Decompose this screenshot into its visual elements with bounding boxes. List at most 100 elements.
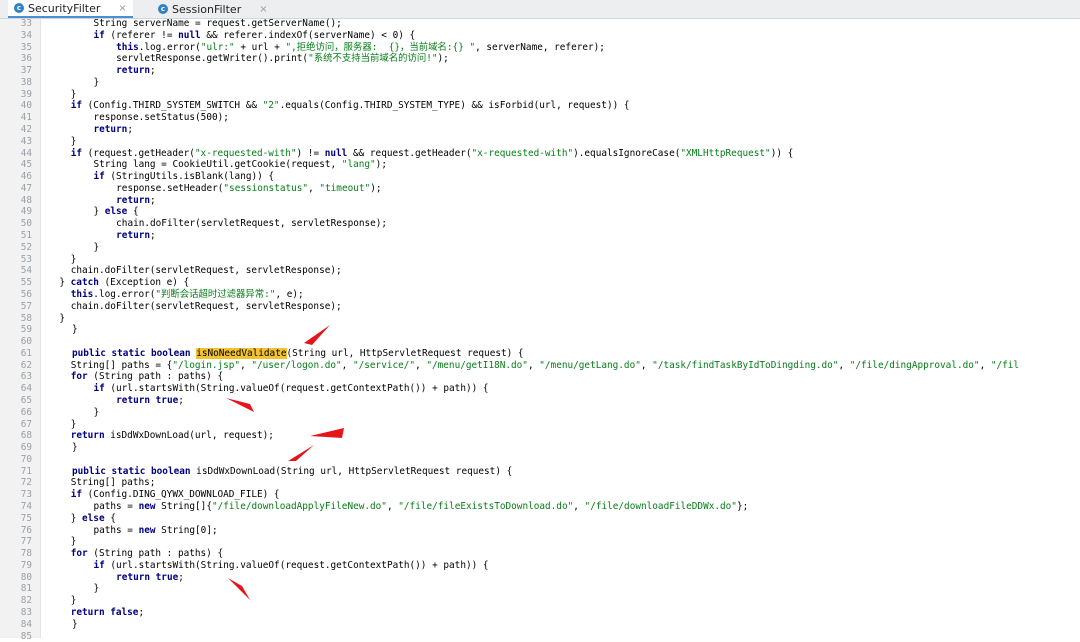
code-line: 73 if (Config.DING_QYWX_DOWNLOAD_FILE) { <box>0 489 1080 501</box>
code-text: } <box>72 442 78 454</box>
code-line: 81} <box>0 583 1080 595</box>
code-text: } else { <box>93 206 139 218</box>
code-line: 80 return true; <box>0 572 1080 584</box>
code-text: if (StringUtils.isBlank(lang)) { <box>93 171 275 183</box>
code-line: 56 this.log.error("判断会话超时过滤器异常:", e); <box>0 289 1080 301</box>
code-line: 53} <box>0 254 1080 266</box>
code-line: 68 return isDdWxDownLoad(url, request); <box>0 430 1080 442</box>
line-number: 58 <box>20 312 32 324</box>
line-number: 72 <box>20 477 32 489</box>
code-line: 42 return; <box>0 124 1080 136</box>
line-number: 45 <box>20 159 32 171</box>
code-text: return; <box>116 194 156 206</box>
line-number: 67 <box>20 418 32 430</box>
line-number: 63 <box>20 371 32 383</box>
code-line: 47 response.setHeader("sessionstatus", "t… <box>0 183 1080 195</box>
close-icon[interactable]: × <box>259 4 267 15</box>
code-text: return false; <box>70 607 145 618</box>
code-line: 41 response.setStatus(500); <box>0 112 1080 124</box>
line-number: 59 <box>20 324 32 336</box>
code-text: } <box>93 583 100 595</box>
line-number: 57 <box>20 300 32 312</box>
code-line: 82} <box>0 595 1080 607</box>
line-number: 56 <box>20 288 32 300</box>
red-arrow-icon <box>288 445 314 461</box>
code-text: } <box>70 253 77 265</box>
code-text: } catch (Exception e) { <box>59 277 190 289</box>
code-line: 65 return true; <box>0 395 1080 407</box>
line-number: 80 <box>20 571 32 583</box>
code-line: 61 public static boolean isNoNeedValidate… <box>0 347 1080 360</box>
code-line: 66} <box>0 407 1080 419</box>
code-line: 78 for (String path : paths) { <box>0 548 1080 560</box>
code-text: if (url.startsWith(String.valueOf(reques… <box>93 559 489 571</box>
code-text: String serverName = request.getServerNam… <box>93 18 342 29</box>
line-number: 50 <box>20 218 32 230</box>
line-number: 64 <box>20 383 32 395</box>
code-text: for (String path : paths) { <box>70 371 224 383</box>
code-line: 79 if (url.startsWith(String.valueOf(requ… <box>0 560 1080 572</box>
line-number: 34 <box>20 29 32 41</box>
code-line: 76 paths = new String[0]; <box>0 525 1080 537</box>
line-number: 49 <box>20 206 32 218</box>
code-text: return; <box>93 124 133 136</box>
code-line: 55} catch (Exception e) { <box>0 277 1080 289</box>
line-number: 40 <box>20 100 32 112</box>
line-number: 47 <box>20 182 32 194</box>
code-text: if (referer != null && referer.indexOf(s… <box>93 29 416 41</box>
red-arrow-icon <box>226 398 254 412</box>
code-line: 37 return; <box>0 65 1080 77</box>
code-text: this.log.error("ulr:" + url + ",拒绝访问，服务器… <box>116 41 605 53</box>
code-line: 69} <box>0 442 1080 454</box>
line-number: 61 <box>20 347 32 359</box>
tab-securityfilter[interactable]: c SecurityFilter × <box>8 0 133 18</box>
line-number: 39 <box>20 88 32 100</box>
red-arrow-icon <box>304 325 330 345</box>
line-number: 53 <box>20 253 32 265</box>
code-line: 45 String lang = CookieUtil.getCookie(req… <box>0 159 1080 171</box>
code-text: servletResponse.getWriter().print("系统不支持… <box>116 53 449 65</box>
class-icon: c <box>158 4 168 14</box>
code-text: } <box>93 76 100 88</box>
line-number: 68 <box>20 430 32 442</box>
code-line: 84} <box>0 619 1080 631</box>
code-line: 43} <box>0 136 1080 148</box>
line-number: 38 <box>20 76 32 88</box>
code-text: return true; <box>116 394 184 406</box>
line-number: 41 <box>20 112 32 124</box>
line-number: 79 <box>20 559 32 571</box>
code-text: for (String path : paths) { <box>70 548 224 560</box>
code-line: 60 <box>0 336 1080 348</box>
line-number: 65 <box>20 394 32 406</box>
line-number: 54 <box>20 265 32 277</box>
code-line: 85 <box>0 631 1080 642</box>
code-line: 54 chain.doFilter(servletRequest, servlet… <box>0 265 1080 277</box>
code-line: 51 return; <box>0 230 1080 242</box>
code-text: String lang = CookieUtil.getCookie(reque… <box>93 159 387 171</box>
code-line: 36 servletResponse.getWriter().print("系统不… <box>0 53 1080 65</box>
code-line: 74 paths = new String[]{"/file/downloadAp… <box>0 501 1080 513</box>
code-text: public static boolean isDdWxDownLoad(Str… <box>72 465 513 477</box>
tab-sessionfilter[interactable]: c SessionFilter × <box>152 0 274 18</box>
code-text: String[] paths = {"/login.jsp", "/user/l… <box>70 359 1020 371</box>
code-text: } <box>70 418 77 430</box>
code-text: } <box>70 536 77 548</box>
close-icon[interactable]: × <box>118 3 126 14</box>
code-text: return; <box>116 230 156 242</box>
line-number: 43 <box>20 135 32 147</box>
code-text: response.setHeader("sessionstatus", "tim… <box>116 182 382 194</box>
line-number: 76 <box>20 524 32 536</box>
line-number: 66 <box>20 406 32 418</box>
code-line: 77} <box>0 536 1080 548</box>
code-line: 70 <box>0 454 1080 466</box>
code-text: if (request.getHeader("x-requested-with"… <box>70 147 794 159</box>
red-arrow-icon <box>228 578 250 600</box>
line-number: 36 <box>20 53 32 65</box>
line-number: 78 <box>20 548 32 560</box>
line-number: 83 <box>20 607 32 618</box>
code-text: } <box>72 618 78 630</box>
code-line: 52} <box>0 242 1080 254</box>
code-text: public static boolean isNoNeedValidate(S… <box>72 347 524 359</box>
line-number: 77 <box>20 536 32 548</box>
line-number: 75 <box>20 512 32 524</box>
